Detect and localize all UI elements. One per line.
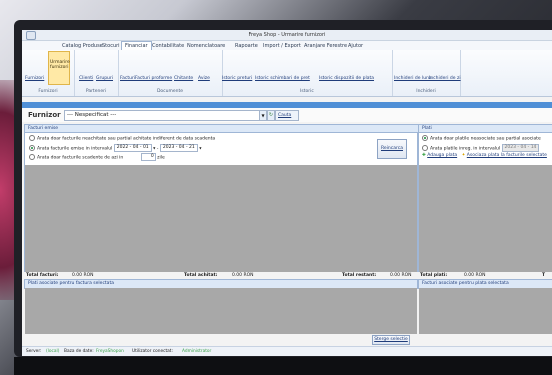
status-db-value: FreyaShopon [96, 349, 124, 354]
ribbon-group-documente: Facturi Facturi proforme Chitante Avize … [118, 50, 223, 96]
option-label: Arata doar platile neasociate sau partia… [430, 136, 541, 142]
menu-import-export[interactable]: Import / Export [263, 43, 301, 49]
facturi-grid[interactable] [25, 165, 417, 272]
ribbon-istoric-schimbari[interactable]: Istoric schimbari de pret [255, 76, 310, 81]
ribbon-inchideri-zi[interactable]: Inchideri de zi [429, 76, 461, 81]
option-plati-interval[interactable]: Arata platile inreg. in intervalul 2023 … [422, 144, 540, 152]
furnizor-bar: Furnizor --- Nespecificat --- ▼ ↻ Cauta [22, 108, 552, 122]
total-achitat-value: 0.00 RON [232, 273, 254, 278]
ribbon-furnizori[interactable]: Furnizori [25, 76, 44, 81]
ribbon: Furnizori Urmarire furnizori Furnizori C… [22, 50, 552, 97]
option-plati-neasociate[interactable]: Arata doar platile neasociate sau partia… [422, 135, 541, 142]
option-interval[interactable]: Arata facturile emise in intervalul 2022… [29, 144, 201, 152]
add-payment-button[interactable]: Adauga plata [427, 153, 457, 158]
ribbon-group-parteneri: Clienti Grupuri Parteneri [74, 50, 119, 96]
totals-bar: Total facturi: 0.00 RON Total achitat: 0… [24, 272, 552, 279]
refresh-icon[interactable]: ↻ [267, 110, 275, 121]
associate-payment-button[interactable]: Asociaza plata la facturile selectate [467, 153, 547, 158]
group-label: Istoric [300, 89, 314, 94]
menu-rapoarte[interactable]: Rapoarte [235, 43, 258, 49]
group-label: Documente [156, 89, 184, 94]
dash: ▾ - [153, 146, 159, 152]
ribbon-facturi[interactable]: Facturi [120, 76, 135, 81]
menu-contabilitate[interactable]: Contabilitate [152, 43, 184, 49]
ribbon-chitante[interactable]: Chitante [174, 76, 193, 81]
days-stepper[interactable]: 0 [140, 153, 156, 161]
search-button[interactable]: Cauta [275, 110, 299, 121]
menu-catalog[interactable]: Catalog Produse [62, 43, 103, 49]
total-achitat-label: Total achitat: [184, 273, 218, 278]
status-server-value: (local) [46, 349, 60, 354]
option-label: Arata doar facturile neachitate sau part… [37, 136, 216, 142]
title-bar: Freya Shop - Urmarire furnizori [22, 30, 552, 41]
facturi-panel: Facturi emise Arata doar facturile neach… [24, 124, 420, 273]
option-scadente[interactable]: Arata doar facturile scadente de azi in … [29, 153, 165, 161]
menu-aranjare[interactable]: Aranjare Ferestre [304, 43, 347, 49]
total-facturi-value: 0.00 RON [72, 273, 94, 278]
status-user-label: Utilizator conectat: [132, 349, 173, 354]
monitor-bezel [14, 357, 552, 375]
ribbon-group-inchideri: Inchideri de luna Inchideri de zi Inchid… [392, 50, 461, 96]
plati-actions: ✚ Adauga plata ✦ Asociaza plata la factu… [422, 153, 547, 158]
radio-icon[interactable] [29, 145, 35, 151]
status-db-label: Baza de date: [64, 349, 94, 354]
ribbon-group-istoric: Istoric preturi Istoric schimbari de pre… [222, 50, 393, 96]
radio-icon[interactable] [422, 135, 428, 141]
radio-icon[interactable] [29, 154, 35, 160]
ribbon-istoric-dispozitii[interactable]: Istoric dispozitii de plata [319, 76, 374, 81]
menu-stocuri[interactable]: Stocuri [102, 43, 120, 49]
ribbon-grupuri[interactable]: Grupuri [96, 76, 113, 81]
facturi-title: Facturi emise [25, 125, 420, 133]
plus-icon: ✚ [422, 153, 426, 158]
radio-icon[interactable] [29, 135, 35, 141]
date-from-input[interactable]: 2022 - 04 - 01 [113, 144, 152, 152]
plati-title: Plati [419, 125, 552, 133]
chevron-down-icon[interactable]: ▼ [259, 110, 267, 121]
option-label: Arata doar facturile scadente de azi in [37, 155, 124, 161]
facturi-asociate-grid[interactable] [419, 288, 552, 334]
ribbon-facturi-proforme[interactable]: Facturi proforme [135, 76, 172, 81]
chevron-down-icon[interactable]: ▾ [199, 147, 201, 152]
delete-selection-button[interactable]: Sterge selectie [372, 335, 410, 345]
date-to-input[interactable]: 2023 - 04 - 21 [159, 144, 198, 152]
link-icon: ✦ [461, 153, 466, 158]
total-facturi-label: Total facturi: [26, 273, 59, 278]
ribbon-urmarire-furnizori[interactable]: Urmarire furnizori [48, 51, 70, 85]
plati-date-from[interactable]: 2023 - 04 - 14 [501, 144, 540, 152]
total-truncated-label: T [542, 273, 546, 278]
option-neachitate[interactable]: Arata doar facturile neachitate sau part… [29, 135, 215, 142]
menu-nomenclatoare[interactable]: Nomenclatoare [187, 43, 225, 49]
furnizor-label: Furnizor [28, 111, 61, 119]
reload-button[interactable]: Reincarca [377, 139, 407, 159]
status-bar: Server: (local) Baza de date: FreyaShopo… [22, 346, 552, 356]
app-window: Freya Shop - Urmarire furnizori Catalog … [22, 30, 552, 356]
group-label: Furnizori [38, 89, 58, 94]
option-label: Arata platile inreg. in intervalul [430, 146, 501, 152]
total-restant-label: Total restant: [342, 273, 377, 278]
total-plati-label: Total plati: [420, 273, 448, 278]
status-user-value: Administrator [182, 349, 212, 354]
days-unit: zile [157, 155, 165, 161]
group-label: Parteneri [85, 89, 107, 94]
menu-ajutor[interactable]: Ajutor [348, 43, 363, 49]
ribbon-avize[interactable]: Avize [198, 76, 210, 81]
group-label: Inchideri [416, 89, 436, 94]
ribbon-clienti[interactable]: Clienti [79, 76, 93, 81]
option-label: Arata facturile emise in intervalul [37, 146, 113, 152]
furnizor-select[interactable]: --- Nespecificat --- [64, 110, 262, 121]
plati-grid[interactable] [419, 165, 552, 272]
total-restant-value: 0.00 RON [390, 273, 412, 278]
window-title: Freya Shop - Urmarire furnizori [248, 32, 326, 38]
ribbon-istoric-preturi[interactable]: Istoric preturi [222, 76, 252, 81]
status-server-label: Server: [26, 349, 42, 354]
radio-icon[interactable] [422, 145, 428, 151]
ribbon-inchideri-luna[interactable]: Inchideri de luna [394, 76, 432, 81]
total-plati-value: 0.00 RON [464, 273, 486, 278]
plati-panel: Plati Arata doar platile neasociate sau … [418, 124, 552, 273]
plati-asociate-grid[interactable] [25, 288, 417, 334]
ribbon-group-furnizori: Furnizori Urmarire furnizori Furnizori [22, 50, 75, 96]
